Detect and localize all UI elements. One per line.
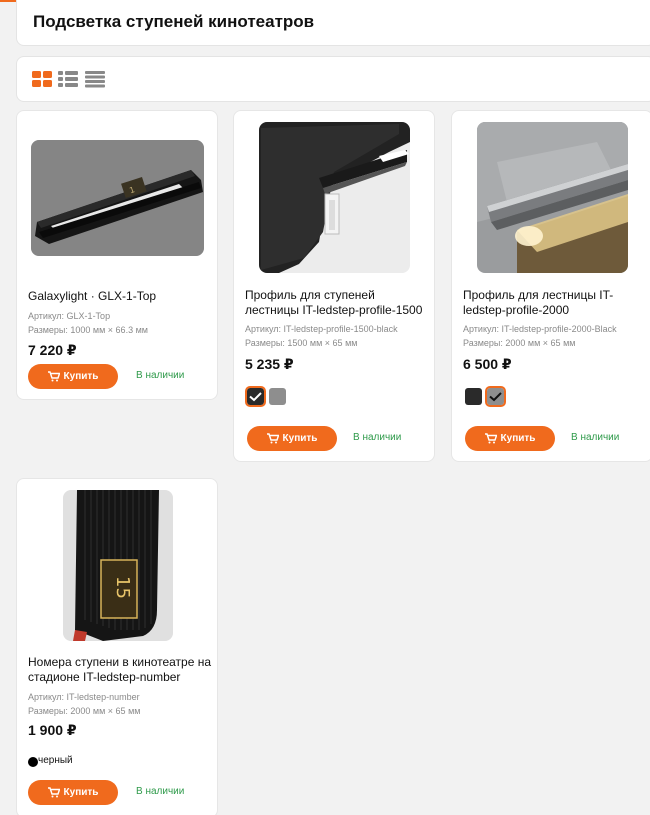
cart-icon <box>266 433 279 444</box>
product-sku: Артикул: IT-ledstep-number <box>28 692 140 702</box>
product-image[interactable] <box>477 122 628 273</box>
product-price: 7 220 ₽ <box>28 342 77 358</box>
product-price: 5 235 ₽ <box>245 356 294 372</box>
view-toggle-panel <box>16 56 650 102</box>
stock-status: В наличии <box>353 432 402 443</box>
buy-button[interactable]: Купить <box>247 426 337 451</box>
product-card: Профиль для ступеней лестницы IT-ledstep… <box>233 110 435 462</box>
color-swatch-gray[interactable] <box>269 388 286 405</box>
product-card: 1 Galaxylight · GLX-1-Top Артикул: GLX-1… <box>16 110 218 400</box>
product-price: 1 900 ₽ <box>28 722 77 738</box>
table-view-icon[interactable] <box>84 70 106 88</box>
buy-button[interactable]: Купить <box>465 426 555 451</box>
buy-button[interactable]: Купить <box>28 780 118 805</box>
product-card: 15 Номера ступени в кинотеатре на стадио… <box>16 478 218 815</box>
product-sku: Артикул: IT-ledstep-profile-2000-Black <box>463 324 617 334</box>
buy-button-label: Купить <box>63 787 99 798</box>
product-image[interactable]: 15 <box>63 490 173 641</box>
product-size: Размеры: 2000 мм × 65 мм <box>28 706 141 716</box>
product-sku: Артикул: IT-ledstep-profile-1500-black <box>245 324 398 334</box>
stock-status: В наличии <box>136 786 185 797</box>
title-panel: Подсветка ступеней кинотеатров <box>16 0 650 46</box>
product-size: Размеры: 1000 мм × 66.3 мм <box>28 325 148 335</box>
product-card: Профиль для лестницы IT-ledstep-profile-… <box>451 110 650 462</box>
product-image[interactable]: 1 <box>31 140 204 256</box>
buy-button-label: Купить <box>500 433 536 444</box>
product-sku: Артикул: GLX-1-Top <box>28 311 111 321</box>
product-name[interactable]: Профиль для лестницы IT-ledstep-profile-… <box>463 288 648 318</box>
cart-icon <box>484 433 497 444</box>
product-name[interactable]: Номера ступени в кинотеатре на стадионе … <box>28 655 213 685</box>
check-icon <box>249 392 262 402</box>
color-swatch-gray[interactable] <box>485 386 506 407</box>
color-swatch-black[interactable] <box>465 388 482 405</box>
cart-icon <box>47 371 60 382</box>
product-size: Размеры: 2000 мм × 65 мм <box>463 338 576 348</box>
color-swatch-black[interactable] <box>245 386 266 407</box>
page-title: Подсветка ступеней кинотеатров <box>33 12 315 31</box>
buy-button-label: Купить <box>282 433 318 444</box>
product-name[interactable]: Galaxylight · GLX-1-Top <box>28 289 213 304</box>
stock-status: В наличии <box>136 370 185 381</box>
product-image[interactable] <box>259 122 410 273</box>
color-label: черный <box>38 755 73 766</box>
grid-view-icon[interactable] <box>31 70 53 88</box>
color-dot-icon <box>28 757 38 767</box>
svg-text:15: 15 <box>112 576 133 599</box>
stock-status: В наличии <box>571 432 620 443</box>
buy-button-label: Купить <box>63 371 99 382</box>
buy-button[interactable]: Купить <box>28 364 118 389</box>
list-view-icon[interactable] <box>57 70 79 88</box>
product-size: Размеры: 1500 мм × 65 мм <box>245 338 358 348</box>
check-icon <box>489 392 502 402</box>
product-price: 6 500 ₽ <box>463 356 512 372</box>
cart-icon <box>47 787 60 798</box>
product-name[interactable]: Профиль для ступеней лестницы IT-ledstep… <box>245 288 430 318</box>
